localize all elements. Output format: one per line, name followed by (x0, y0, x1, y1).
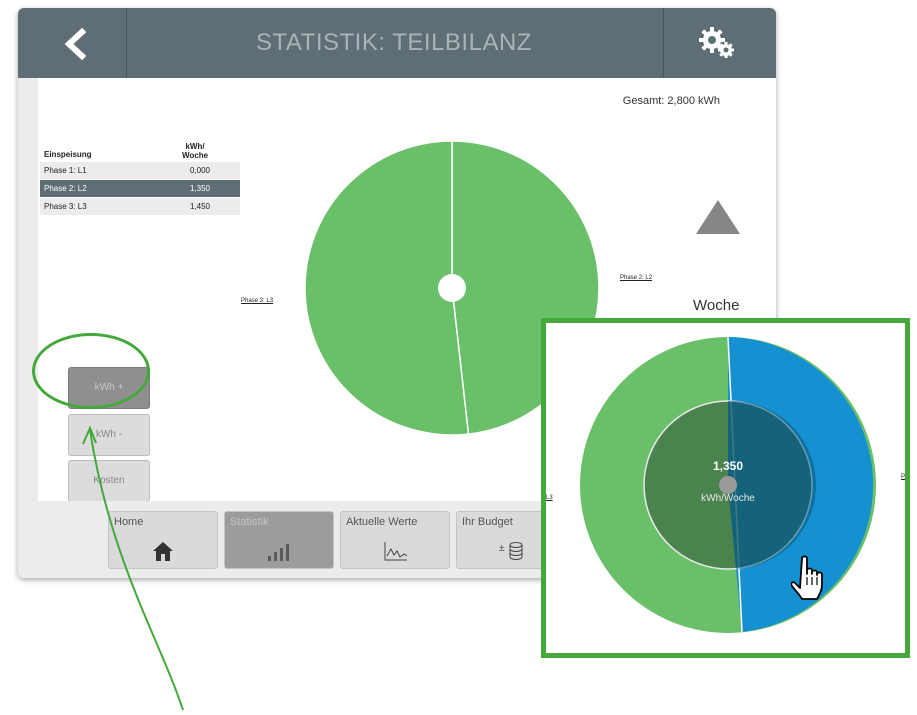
table-row[interactable]: Phase 1: L1 0,000 (40, 162, 240, 180)
pie-label-phase-3: Phase 3: L3 (241, 298, 274, 304)
back-button[interactable] (18, 8, 127, 78)
row-value: 0,000 (189, 166, 210, 175)
header-bar: STATISTIK: TEILBILANZ (18, 8, 776, 78)
tab-statistik-label: Statistik (230, 516, 269, 528)
line-graph-icon (384, 542, 408, 561)
zoom-left-label-fragment: L3 (546, 495, 553, 501)
chevron-left-icon (64, 27, 87, 61)
tab-statistik[interactable]: Statistik (224, 511, 334, 569)
home-icon (153, 542, 173, 561)
phase-table: Einspeisung kWh/Woche Phase 1: L1 0,000 … (40, 140, 240, 216)
row-label: Phase 3: L3 (44, 202, 87, 211)
highlight-ellipse (32, 333, 150, 409)
tab-home[interactable]: Home (108, 511, 218, 569)
row-value: 1,450 (189, 202, 210, 211)
table-row[interactable]: Phase 2: L2 1,350 (40, 180, 240, 198)
gears-icon (699, 27, 734, 58)
svg-text:±: ± (499, 543, 505, 554)
period-up-arrow-icon[interactable] (696, 200, 740, 234)
tab-ihr-budget-label: Ihr Budget (462, 516, 513, 528)
table-header: Einspeisung kWh/Woche (40, 140, 240, 162)
pie-label-phase-2: Phase 2: L2 (620, 275, 653, 281)
tab-aktuelle-werte-label: Aktuelle Werte (346, 516, 418, 528)
tab-home-label: Home (114, 516, 144, 528)
row-label: Phase 1: L1 (44, 166, 87, 175)
hand-cursor-icon (791, 555, 823, 600)
kosten-button[interactable]: Kosten (68, 460, 150, 502)
pie-center-hole (438, 274, 466, 302)
page-title: STATISTIK: TEILBILANZ (256, 29, 532, 56)
coins-icon: ± (499, 542, 523, 560)
total-label: Gesamt: 2,800 kWh (622, 95, 720, 107)
tab-aktuelle-werte[interactable]: Aktuelle Werte (340, 511, 450, 569)
settings-button[interactable] (663, 8, 776, 78)
bar-chart-icon (268, 544, 289, 561)
row-value: 1,350 (189, 184, 210, 193)
table-header-unit: kWh/Woche (181, 142, 209, 160)
zoom-unit: kWh/Woche (701, 493, 755, 504)
table-header-einspeisung: Einspeisung (44, 150, 92, 159)
period-label: Woche (693, 297, 740, 314)
zoom-pie-chart[interactable] (546, 323, 905, 653)
table-row[interactable]: Phase 3: L3 1,450 (40, 198, 240, 216)
kwh-minus-button[interactable]: kWh - (68, 414, 150, 456)
row-label: Phase 2: L2 (44, 184, 87, 193)
zoom-inset: 1,350 kWh/Woche L3 P (541, 318, 910, 658)
zoom-right-label-fragment: P (900, 474, 905, 480)
zoom-value: 1,350 (712, 459, 744, 473)
